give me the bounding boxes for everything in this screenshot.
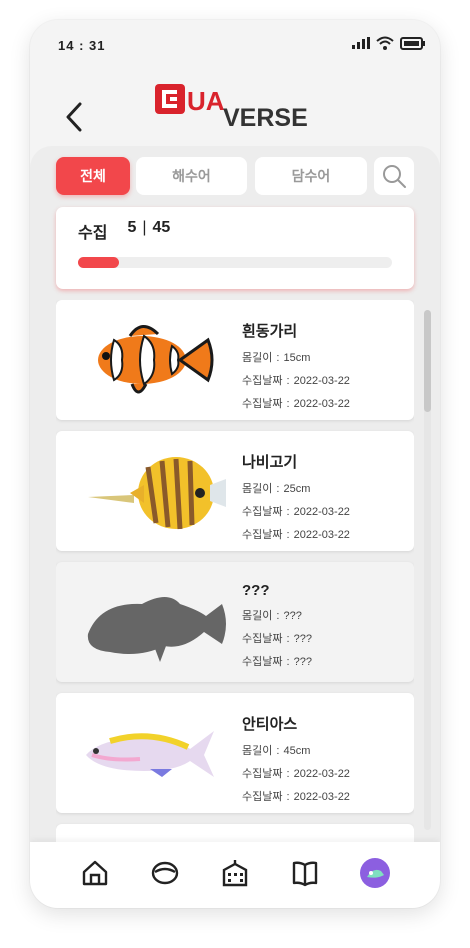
fish-date-2: 수집날짜 : 2022-03-22 [242,791,350,803]
fish-date-value: 2022-03-22 [293,506,350,518]
collection-card: 수집 5 | 45 [56,207,414,289]
shop-icon [222,860,248,887]
tab-all[interactable]: 전체 [56,157,130,195]
fish-length-label: 몸길이 [242,483,273,495]
fish-date: 수집날짜 : 2022-03-22 [242,375,350,387]
fish-length: 몸길이 : ??? [242,610,302,622]
fish-date-value-2: ??? [293,656,313,668]
anthias-image [86,731,214,777]
header: UA VERSE [30,70,440,150]
battery-icon [400,36,425,50]
clownfish-image [98,325,214,394]
fish-date: 수집날짜 : 2022-03-22 [242,506,350,518]
fish-info: ??? 몸길이 : ??? 수집날짜 : ??? 수집날짜 : ??? [242,582,312,676]
profile-icon [360,858,390,888]
list-scrollbar[interactable] [424,310,431,830]
fish-length-value: 25cm [283,483,311,495]
unknown-fish-silhouette [87,597,226,662]
nav-book[interactable] [288,856,322,890]
fish-date-value: 2022-03-22 [293,375,350,387]
fish-date-value-2: 2022-03-22 [293,529,350,541]
search-icon [383,165,406,188]
nav-home[interactable] [78,856,112,890]
fish-date-label: 수집날짜 [242,768,283,780]
tab-freshwater[interactable]: 담수어 [255,157,367,195]
fish-date-value-2: 2022-03-22 [293,398,350,410]
bowl-icon [151,861,179,885]
collection-summary: 수집 5 | 45 [78,219,170,243]
fish-date: 수집날짜 : 2022-03-22 [242,768,350,780]
phone-frame: 14 : 31 UA VERSE 전체 해수어 담수어 수집 5 | 45 흰동… [30,20,440,908]
collection-progress [78,257,392,268]
fish-date: 수집날짜 : ??? [242,633,313,645]
fish-info: 흰동가리 몸길이 : 15cm 수집날짜 : 2022-03-22 수집날짜 :… [242,320,350,418]
bottom-nav [30,842,440,908]
fish-date-value: 2022-03-22 [293,768,350,780]
fish-length-label: 몸길이 [242,610,273,622]
fish-date-2: 수집날짜 : 2022-03-22 [242,529,350,541]
collection-separator: | [142,219,147,236]
fish-length: 몸길이 : 25cm [242,483,311,495]
fish-name: 안티아스 [242,716,298,733]
fish-length-value: ??? [283,610,302,622]
collection-total: 45 [152,219,171,236]
wifi-icon [376,36,394,50]
tab-bar: 전체 해수어 담수어 [56,157,416,197]
fish-length-value: 45cm [283,745,311,757]
fish-name: 흰동가리 [242,323,298,340]
fish-info: 나비고기 몸길이 : 25cm 수집날짜 : 2022-03-22 수집날짜 :… [242,451,350,549]
fish-list: 흰동가리 몸길이 : 15cm 수집날짜 : 2022-03-22 수집날짜 :… [56,300,414,846]
chevron-left-icon[interactable] [60,100,90,134]
logo-text-right: VERSE [223,104,308,126]
fish-date-label-2: 수집날짜 [242,656,283,668]
status-bar: 14 : 31 [30,20,440,70]
collection-label: 수집 [78,225,108,242]
fish-date-2: 수집날짜 : 2022-03-22 [242,398,350,410]
book-icon [292,861,318,887]
fish-name: ??? [242,582,270,599]
app-logo: UA VERSE [155,84,308,126]
fish-date-label: 수집날짜 [242,633,283,645]
home-icon [82,860,108,886]
nav-profile[interactable] [358,856,392,890]
nav-bowl[interactable] [148,856,182,890]
fish-card-unknown[interactable]: ??? 몸길이 : ??? 수집날짜 : ??? 수집날짜 : ??? [56,562,414,682]
signal-icon [352,37,370,49]
fish-date-2: 수집날짜 : ??? [242,656,313,668]
butterflyfish-image [88,457,226,530]
logo-text-left: UA [187,86,225,116]
collection-progress-fill [78,257,119,268]
tab-saltwater[interactable]: 해수어 [136,157,247,195]
fish-length-value: 15cm [283,352,311,364]
fish-date-label-2: 수집날짜 [242,398,283,410]
status-icons [352,36,426,50]
fish-date-label-2: 수집날짜 [242,791,283,803]
fish-name: 나비고기 [242,454,298,471]
fish-length: 몸길이 : 15cm [242,352,311,364]
fish-info: 안티아스 몸길이 : 45cm 수집날짜 : 2022-03-22 수집날짜 :… [242,713,350,811]
fish-length-label: 몸길이 [242,745,273,757]
fish-card-anthias[interactable]: 안티아스 몸길이 : 45cm 수집날짜 : 2022-03-22 수집날짜 :… [56,693,414,813]
status-time: 14 : 31 [58,38,106,53]
fish-date-label: 수집날짜 [242,506,283,518]
fish-date-value: ??? [293,633,313,645]
fish-card-clownfish[interactable]: 흰동가리 몸길이 : 15cm 수집날짜 : 2022-03-22 수집날짜 :… [56,300,414,420]
nav-shop[interactable] [218,856,252,890]
list-scrollbar-thumb[interactable] [424,310,431,412]
collection-count: 5 [127,219,137,236]
fish-date-label-2: 수집날짜 [242,529,283,541]
fish-length: 몸길이 : 45cm [242,745,311,757]
fish-date-label: 수집날짜 [242,375,283,387]
fish-date-value-2: 2022-03-22 [293,791,350,803]
fish-card-butterflyfish[interactable]: 나비고기 몸길이 : 25cm 수집날짜 : 2022-03-22 수집날짜 :… [56,431,414,551]
main-content: 전체 해수어 담수어 수집 5 | 45 흰동가리 몸길이: 15cm 수집날… [30,146,440,846]
search-button[interactable] [374,157,414,195]
fish-length-label: 몸길이 [242,352,273,364]
